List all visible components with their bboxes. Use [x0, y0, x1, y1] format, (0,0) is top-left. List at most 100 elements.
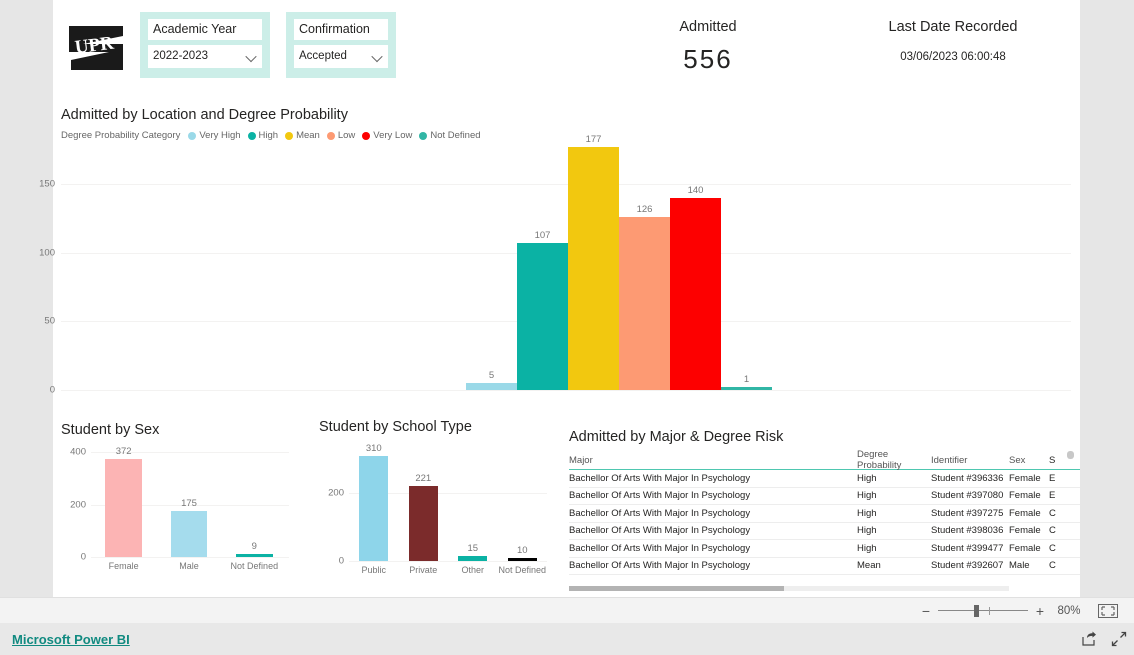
- table-cell: Bachellor Of Arts With Major In Psycholo…: [569, 525, 751, 537]
- table-scrollbar-thumb[interactable]: [569, 586, 784, 591]
- legend-item-label: Mean: [296, 130, 320, 141]
- chevron-down-icon: [247, 54, 256, 60]
- legend-item-label: Very Low: [373, 130, 413, 141]
- chart-student-by-school-type[interactable]: Student by School Type 0 200 Public 310 Priv…: [311, 415, 559, 597]
- table-cell: Female: [1009, 507, 1041, 519]
- x-axis-category-label: Male: [179, 561, 199, 571]
- table-admitted-by-major-and-degree-risk[interactable]: Admitted by Major & Degree Risk Major Deg…: [561, 425, 1080, 597]
- y-axis-tick-label: 400: [70, 446, 86, 458]
- table-vertical-scrollbar[interactable]: [1067, 451, 1074, 459]
- legend-item[interactable]: High: [247, 130, 278, 141]
- bar-value-label: 310: [365, 442, 382, 454]
- bar[interactable]: 1: [721, 374, 772, 390]
- x-axis-category-label: Private: [409, 565, 438, 575]
- y-axis-tick-label: 0: [338, 555, 344, 567]
- legend-item[interactable]: Very Low: [362, 130, 412, 141]
- bar-value-label: 10: [516, 544, 528, 556]
- zoom-in-button[interactable]: +: [1032, 604, 1048, 618]
- slicer-academic-year[interactable]: Academic Year 2022-2023: [140, 12, 270, 78]
- zoom-out-button[interactable]: −: [918, 604, 934, 618]
- chart-plot-area: 0 50 100 150 5 107 177 126 140 1: [39, 134, 1071, 396]
- bar-value-label: 175: [181, 498, 197, 510]
- legend-item[interactable]: Low: [326, 130, 356, 141]
- table-column-header[interactable]: S: [1049, 455, 1063, 466]
- chart-title: Student by School Type: [319, 419, 472, 435]
- gridline: [349, 561, 547, 562]
- chevron-down-icon: [373, 54, 382, 60]
- y-axis-tick-label: 50: [44, 315, 55, 327]
- y-axis-tick-label: 100: [39, 247, 55, 259]
- legend-item[interactable]: Very High: [188, 130, 241, 141]
- bar[interactable]: 140: [670, 185, 721, 390]
- table-row[interactable]: Bachellor Of Arts With Major In Psycholo…: [569, 505, 1080, 523]
- bar[interactable]: 107: [517, 230, 568, 390]
- table-cell: Student #396336: [931, 472, 1004, 484]
- bar[interactable]: 310: [359, 443, 389, 561]
- chart-student-by-sex[interactable]: Student by Sex 0 200 400 Female 372 Male 175 No…: [53, 418, 301, 596]
- table-row[interactable]: Bachellor Of Arts With Major In Psycholo…: [569, 470, 1080, 488]
- table-row[interactable]: Bachellor Of Arts With Major In Psycholo…: [569, 488, 1080, 505]
- bar-value-label: 140: [687, 185, 704, 196]
- zoom-slider-track: [938, 609, 1028, 611]
- legend-item-label: Low: [337, 130, 356, 141]
- bar[interactable]: 5: [466, 370, 517, 390]
- slicer-academic-year-dropdown[interactable]: 2022-2023: [148, 45, 262, 68]
- bar-value-label: 221: [415, 473, 432, 484]
- zoom-slider-thumb[interactable]: [974, 604, 979, 617]
- slicer-confirmation-dropdown[interactable]: Accepted: [294, 45, 388, 68]
- bar[interactable]: 9: [236, 541, 273, 557]
- fit-to-page-icon[interactable]: [1098, 603, 1118, 618]
- table-cell: Student #399477: [931, 542, 1004, 554]
- kpi-admitted: Admitted 556: [598, 18, 818, 74]
- table-cell: Female: [1009, 490, 1041, 502]
- slicer-confirmation[interactable]: Confirmation Accepted: [286, 12, 396, 78]
- bar-value-label: 126: [636, 204, 653, 216]
- bar-series: 5 107 177 126 140 1: [61, 134, 1071, 390]
- legend-item[interactable]: Not Defined: [419, 130, 481, 141]
- share-icon[interactable]: [1074, 631, 1104, 647]
- zoom-slider[interactable]: [938, 604, 1028, 618]
- legend-item[interactable]: Mean: [285, 130, 320, 141]
- microsoft-power-bi-link[interactable]: Microsoft Power BI: [12, 632, 130, 647]
- table-cell: Student #398036: [931, 525, 1004, 537]
- bar-value-label: 15: [467, 542, 479, 554]
- bar[interactable]: 221: [408, 473, 438, 561]
- table-column-header[interactable]: Major: [569, 455, 857, 466]
- bar[interactable]: 126: [619, 204, 670, 390]
- chart-title: Student by Sex: [61, 422, 160, 438]
- legend-item-label: Very High: [199, 130, 241, 141]
- kpi-last-date-value: 03/06/2023 06:00:48: [900, 51, 1006, 63]
- bar[interactable]: 372: [105, 446, 142, 557]
- chart-plot-area: 0 200 Public 310 Private 221 Other 15 Not Define…: [328, 443, 547, 575]
- table-cell: E: [1049, 472, 1056, 484]
- table-row[interactable]: Bachellor Of Arts With Major In Psycholo…: [569, 523, 1080, 540]
- power-bi-report-page: UPR Academic Year 2022-2023 Confirmation…: [0, 0, 1134, 655]
- y-axis-tick-label: 200: [70, 499, 86, 510]
- table-cell: High: [857, 542, 877, 554]
- bar[interactable]: 10: [507, 545, 537, 561]
- chart-admitted-by-location-and-degree-probability[interactable]: Admitted by Location and Degree Probabil…: [39, 102, 1080, 402]
- table-cell: High: [857, 490, 877, 502]
- bar[interactable]: 175: [170, 498, 208, 557]
- chart-plot-area: 0 200 400 Female 372 Male 175 Not Defined 9: [70, 446, 289, 571]
- table-horizontal-scrollbar[interactable]: [569, 586, 1009, 591]
- table-row[interactable]: Bachellor Of Arts With Major In Psycholo…: [569, 558, 1080, 575]
- gridline: [91, 557, 289, 558]
- x-axis-category-label: Not Defined: [230, 561, 279, 571]
- zoom-toolbar: − + 80%: [0, 597, 1134, 623]
- fullscreen-icon[interactable]: [1104, 631, 1134, 647]
- table-title: Admitted by Major & Degree Risk: [569, 429, 784, 445]
- table-row[interactable]: Bachellor Of Arts With Major In Psycholo…: [569, 540, 1080, 558]
- bar[interactable]: 177: [568, 134, 619, 390]
- table-cell: Female: [1009, 542, 1041, 554]
- table-column-header[interactable]: Sex: [1009, 455, 1049, 466]
- legend-color-swatch: [188, 131, 197, 140]
- bar-series: Female 372 Male 175 Not Defined 9: [91, 446, 289, 571]
- table-cell: Bachellor Of Arts With Major In Psycholo…: [569, 507, 751, 519]
- table-cell: Female: [1009, 472, 1041, 484]
- kpi-last-date-recorded: Last Date Recorded 03/06/2023 06:00:48: [828, 18, 1078, 64]
- bar[interactable]: 15: [458, 543, 488, 561]
- table-column-header[interactable]: Degree Probability: [857, 449, 931, 471]
- kpi-last-date-label: Last Date Recorded: [888, 19, 1018, 35]
- table-column-header[interactable]: Identifier: [931, 455, 1009, 466]
